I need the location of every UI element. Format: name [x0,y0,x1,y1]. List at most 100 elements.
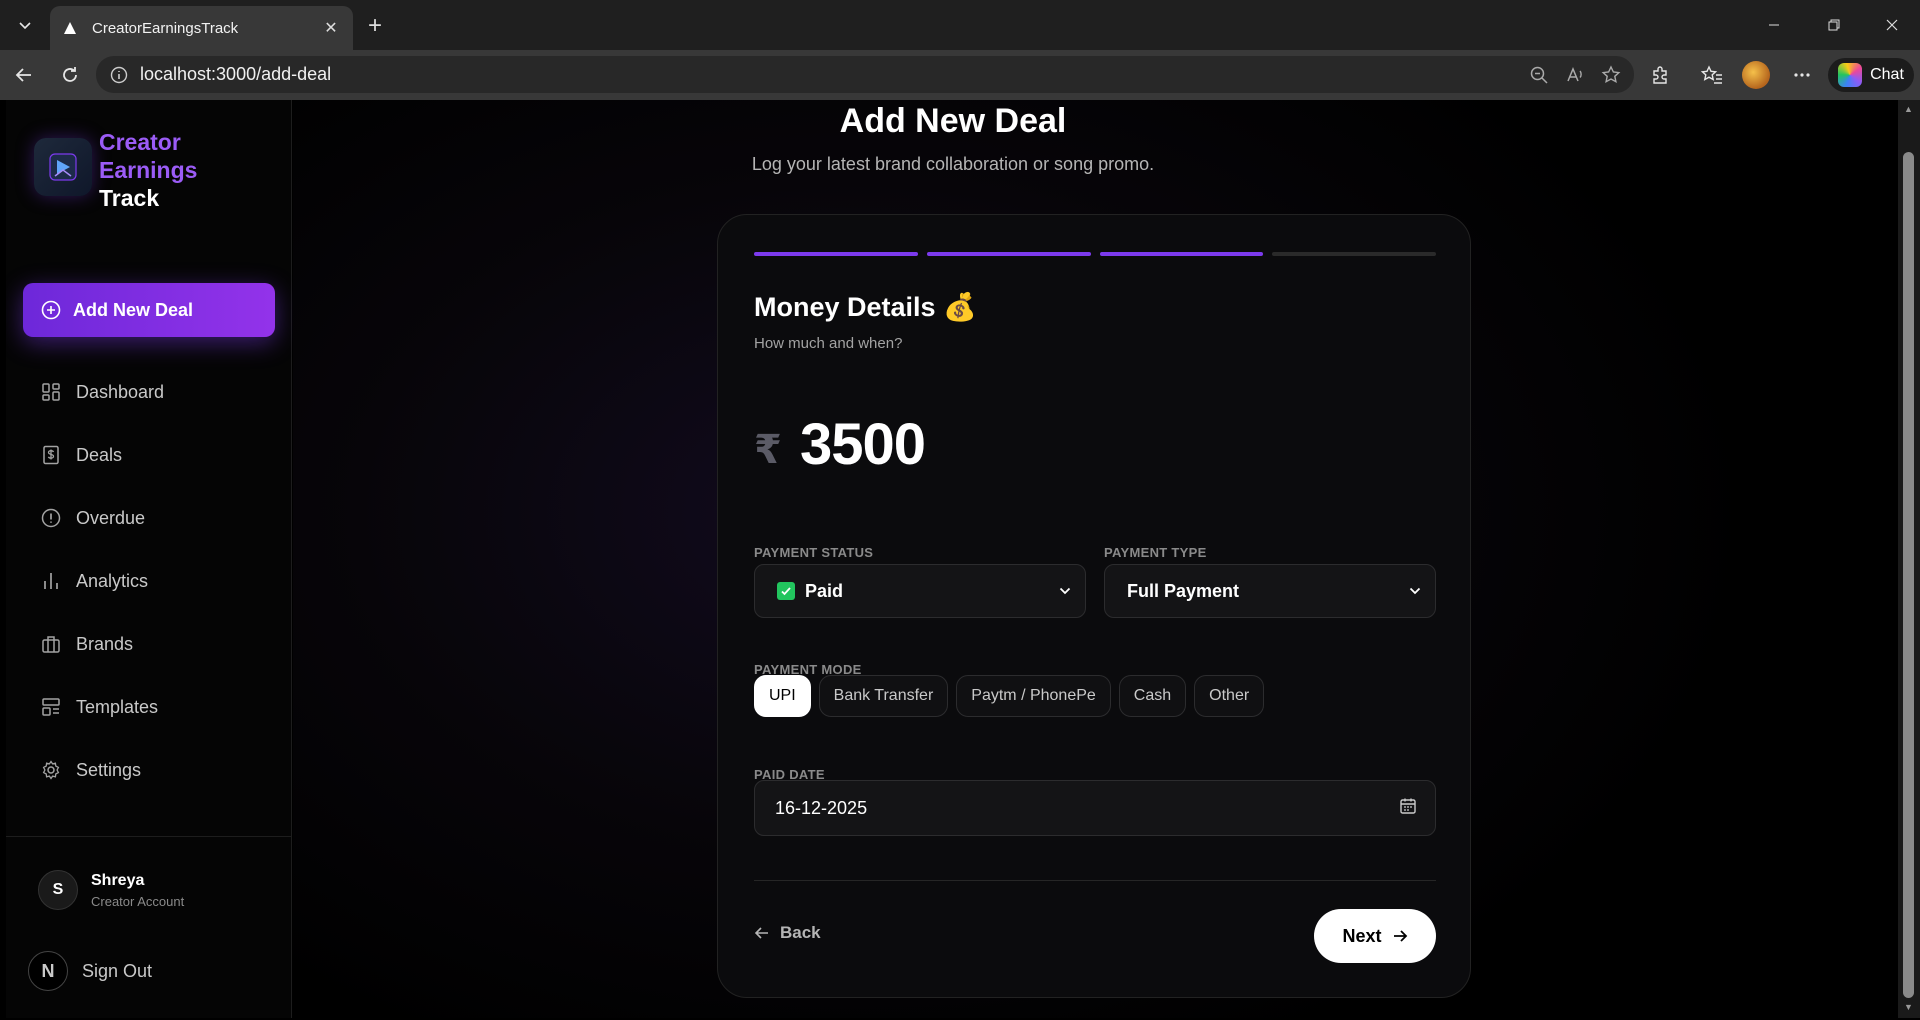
sidebar-item-dashboard[interactable]: Dashboard [40,377,164,407]
more-dots-icon [1794,73,1810,77]
browser-tab[interactable]: CreatorEarningsTrack ✕ [50,6,353,50]
user-role: Creator Account [91,894,185,909]
sidebar-item-label: Brands [76,633,134,654]
sidebar-item-label: Settings [76,759,142,780]
dashboard-icon [40,381,62,403]
chevron-down-icon [1407,583,1423,599]
tab-title: CreatorEarningsTrack [92,19,239,37]
add-new-deal-button[interactable]: Add New Deal [23,283,275,337]
payment-type-select[interactable]: Full Payment [1104,564,1436,618]
sidebar-item-label: Analytics [76,570,149,591]
payment-mode-cash[interactable]: Cash [1118,675,1187,717]
step-progress [754,252,1436,256]
browser-toolbar: localhost:3000/add-deal Chat [0,50,1920,100]
close-window-button[interactable] [1864,0,1920,50]
favorite-star-icon[interactable] [1600,64,1622,86]
progress-step-2 [926,252,1091,256]
avatar[interactable]: S [38,870,78,910]
copilot-chat-button[interactable]: Chat [1828,58,1914,92]
nextjs-badge[interactable]: N [28,951,68,991]
minimize-button[interactable] [1746,0,1802,50]
sidebar-item-templates[interactable]: Templates [40,692,158,722]
app-favicon-icon [62,20,78,36]
scroll-down-icon[interactable]: ▼ [1903,1002,1914,1014]
progress-step-1 [754,252,918,256]
scroll-thumb[interactable] [1903,152,1914,998]
minimize-icon [1769,24,1779,26]
zoom-out-icon[interactable] [1528,64,1550,86]
chevron-down-icon [1057,583,1073,599]
address-bar-actions [1528,56,1622,93]
sidebar-item-settings[interactable]: Settings [40,755,141,785]
payment-mode-upi[interactable]: UPI [754,675,811,717]
profile-button[interactable] [1740,60,1772,90]
brand-line-3: Track [99,185,160,211]
payment-type-label: PAYMENT TYPE [1104,545,1207,560]
back-button[interactable]: Back [754,923,821,943]
arrow-left-icon [754,927,768,939]
payment-type-value: Full Payment [1127,580,1240,601]
profile-avatar [1742,61,1770,89]
payment-mode-paytm-phonepe[interactable]: Paytm / PhonePe [956,675,1111,717]
address-bar[interactable]: localhost:3000/add-deal [96,56,1634,93]
paid-date-input[interactable]: 16-12-2025 [754,780,1436,836]
add-new-deal-label: Add New Deal [73,299,194,320]
brand-logo[interactable] [34,138,92,196]
form-divider [754,880,1436,881]
favorites-button[interactable] [1696,60,1728,90]
sidebar-item-analytics[interactable]: Analytics [40,566,148,596]
payment-status-select[interactable]: Paid [754,564,1086,618]
deal-form-card: Money Details 💰 How much and when? ₹ 350… [717,214,1471,998]
info-icon[interactable] [108,64,130,86]
sidebar-item-label: Dashboard [76,381,165,402]
app-window: Creator Earnings Track Add New Deal Dash… [6,100,1898,1018]
sign-out-label: Sign Out [82,960,153,981]
close-icon [1886,19,1898,31]
payment-status-label: PAYMENT STATUS [754,545,874,560]
layout-icon [40,696,62,718]
next-button[interactable]: Next [1314,909,1436,963]
back-nav-button[interactable] [8,60,40,90]
sidebar-item-overdue[interactable]: Overdue [40,503,145,533]
sidebar-item-label: Overdue [76,507,146,528]
arrow-right-icon [1393,930,1407,942]
puzzle-icon [1653,66,1667,84]
page-scrollbar[interactable]: ▲ ▼ [1898,100,1920,1018]
sign-out-button[interactable]: N Sign Out [28,951,152,991]
step-title: Money Details 💰 [754,292,977,322]
gear-icon [40,759,62,781]
amount-input[interactable]: 3500 [800,411,926,478]
scroll-up-icon[interactable]: ▲ [1903,104,1914,116]
calendar-icon[interactable] [1399,797,1417,820]
chat-label: Chat [1870,66,1904,83]
brand-line-1: Creator [99,129,181,155]
read-aloud-icon[interactable] [1564,64,1586,86]
payment-status-value: Paid [805,580,844,601]
sidebar-item-deals[interactable]: Deals [40,440,122,470]
extensions-button[interactable] [1644,60,1676,90]
dollar-receipt-icon [40,444,62,466]
restore-button[interactable] [1806,0,1862,50]
new-tab-button[interactable]: + [360,12,390,40]
arrow-left-icon [15,68,31,82]
restore-icon [1828,19,1840,31]
back-label: Back [780,923,821,942]
page-subtitle: Log your latest brand collaboration or s… [751,154,1155,174]
progress-step-3 [1099,252,1264,256]
copilot-icon [1838,63,1863,87]
sidebar-item-brands[interactable]: Brands [40,629,133,659]
more-menu-button[interactable] [1786,60,1818,90]
sidebar: Creator Earnings Track Add New Deal Dash… [6,100,292,1018]
payment-mode-bank-transfer[interactable]: Bank Transfer [818,675,949,717]
favorites-list-icon [1701,65,1722,84]
tab-list-button[interactable] [8,10,42,40]
step-subtitle: How much and when? [754,335,903,352]
next-label: Next [1342,925,1382,946]
close-tab-icon[interactable]: ✕ [321,18,341,38]
reload-icon [63,67,77,82]
brand-name: Creator Earnings Track [99,128,197,212]
payment-mode-other[interactable]: Other [1194,675,1265,717]
check-mark-icon [777,582,795,600]
chevron-down-icon [19,22,31,30]
reload-button[interactable] [54,60,86,90]
